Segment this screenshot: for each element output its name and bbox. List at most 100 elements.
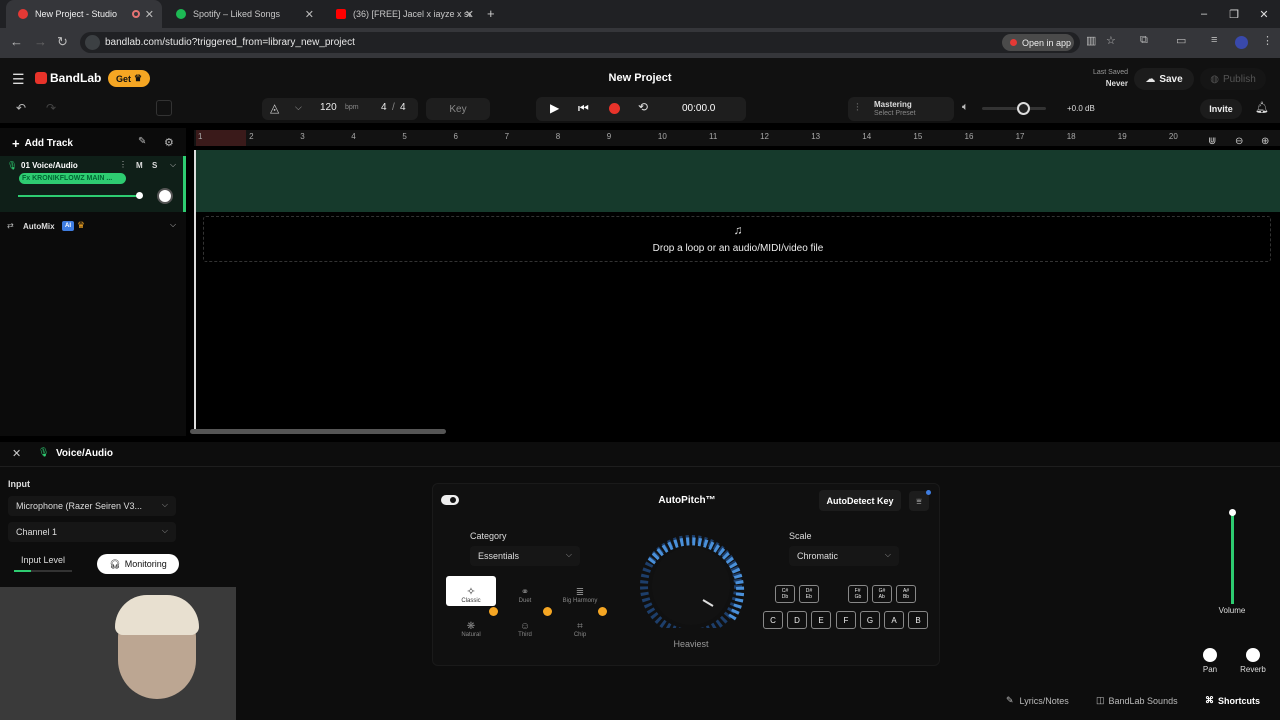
shortcuts-button[interactable]: ⌘ Shortcuts: [1205, 695, 1260, 706]
record-icon[interactable]: [609, 103, 620, 114]
back-icon[interactable]: ←: [10, 34, 23, 49]
notification-bell-icon[interactable]: 🔔︎: [1255, 101, 1269, 114]
url-text[interactable]: bandlab.com/studio?triggered_from=librar…: [105, 37, 355, 48]
mute-button[interactable]: M: [136, 161, 143, 170]
tab-youtube[interactable]: (36) [FREE] Jacel x iayze x samp ✕: [324, 0, 482, 28]
cast-icon[interactable]: ▭: [1176, 34, 1186, 47]
reader-mode-icon[interactable]: ▥: [1086, 34, 1096, 47]
redo-icon[interactable]: ↷: [46, 101, 56, 115]
bandlab-logo-icon[interactable]: [35, 72, 47, 84]
close-tab-icon[interactable]: ✕: [465, 8, 474, 21]
key-d[interactable]: D: [787, 611, 807, 629]
extensions-icon[interactable]: ⧉: [1140, 34, 1148, 47]
invite-button[interactable]: Invite: [1200, 99, 1242, 119]
tab-studio[interactable]: New Project - Studio ✕: [6, 0, 162, 28]
key-a-sharp[interactable]: A# Bb: [896, 585, 916, 603]
add-track-button[interactable]: + Add Track: [12, 136, 73, 151]
track-volume-slider[interactable]: [18, 195, 142, 197]
play-icon[interactable]: ▶: [550, 101, 559, 115]
monitoring-button[interactable]: 🎧︎ Monitoring: [97, 554, 179, 574]
snap-magnet-icon[interactable]: ⋓: [1208, 136, 1216, 147]
key-g-sharp[interactable]: G# Ab: [872, 585, 892, 603]
loop-icon[interactable]: ⟲: [638, 100, 648, 114]
volume-fader-handle[interactable]: [1229, 509, 1236, 516]
scale-select[interactable]: Chromatic ⌵: [789, 546, 899, 566]
media-control-icon[interactable]: ≡: [1211, 34, 1217, 46]
automix-label[interactable]: AutoMix: [23, 222, 55, 231]
time-sig-numerator[interactable]: 4: [381, 102, 387, 113]
drop-zone[interactable]: ♫ Drop a loop or an audio/MIDI/video fil…: [203, 216, 1271, 262]
fx-preset-chip[interactable]: Fx KRONIKFLOWZ MAIN ...: [19, 173, 126, 184]
minimize-icon[interactable]: –: [1188, 0, 1220, 28]
get-membership-button[interactable]: Get ♛: [108, 70, 150, 87]
speaker-icon[interactable]: 🔈︎: [962, 101, 969, 114]
profile-avatar[interactable]: [1235, 36, 1248, 49]
mode-chip[interactable]: ⌗ Chip: [555, 610, 605, 640]
skip-back-icon[interactable]: ⏮: [578, 101, 589, 116]
hamburger-menu-icon[interactable]: ☰: [12, 71, 25, 88]
playhead[interactable]: [194, 150, 196, 434]
forward-icon[interactable]: →: [34, 34, 47, 49]
close-window-icon[interactable]: ✕: [1248, 0, 1280, 28]
bookmark-star-icon[interactable]: ☆: [1106, 34, 1116, 47]
new-tab-icon[interactable]: +: [487, 6, 495, 21]
key-selector[interactable]: Key: [426, 98, 490, 120]
chevron-down-icon[interactable]: ⌵: [295, 102, 302, 113]
mode-natural[interactable]: ❋ Natural: [446, 610, 496, 640]
close-panel-icon[interactable]: ✕: [12, 447, 21, 460]
key-g[interactable]: G: [860, 611, 880, 629]
loop-region[interactable]: [196, 130, 246, 146]
master-volume-slider[interactable]: [982, 107, 1046, 110]
publish-button[interactable]: ◍ Publish: [1200, 68, 1266, 90]
metronome-icon[interactable]: [156, 100, 172, 116]
time-sig-denominator[interactable]: 4: [400, 102, 406, 113]
autodetect-key-button[interactable]: AutoDetect Key: [819, 490, 901, 511]
track-name[interactable]: 01 Voice/Audio: [21, 161, 78, 170]
key-d-sharp[interactable]: D# Eb: [799, 585, 819, 603]
tempo-value[interactable]: 120: [320, 102, 337, 113]
lyrics-notes-button[interactable]: ✎ Lyrics/Notes: [1006, 695, 1069, 706]
chevron-down-icon[interactable]: ⌵: [170, 160, 176, 170]
open-in-app-button[interactable]: Open in app: [1002, 34, 1074, 51]
browser-menu-icon[interactable]: ⋮: [1262, 34, 1273, 47]
bandlab-sounds-button[interactable]: ◫ BandLab Sounds: [1096, 695, 1178, 706]
bandlab-logo-text[interactable]: BandLab: [50, 71, 101, 85]
undo-icon[interactable]: ↶: [16, 101, 26, 115]
track-menu-icon[interactable]: ⋮: [119, 160, 127, 169]
zoom-out-icon[interactable]: ⊖: [1235, 136, 1243, 147]
reload-icon[interactable]: ↻: [57, 34, 68, 50]
key-c-sharp[interactable]: C# Db: [775, 585, 795, 603]
mode-third[interactable]: ☺ Third: [500, 610, 550, 640]
mode-duet[interactable]: ⚭ Duet: [500, 576, 550, 606]
site-info-icon[interactable]: [85, 35, 100, 50]
mastering-button[interactable]: ⫶ Mastering Select Preset: [848, 97, 954, 121]
mode-big-harmony[interactable]: ≣ Big Harmony: [555, 576, 605, 606]
reverb-knob[interactable]: [1246, 648, 1260, 662]
timeline-ruler[interactable]: 1 2 3 4 5 6 7 8 9 10 11 12 13 14 15 16 17 18 19 20: [194, 130, 1280, 146]
key-e[interactable]: E: [811, 611, 831, 629]
category-select[interactable]: Essentials ⌵: [470, 546, 580, 566]
input-device-select[interactable]: Microphone (Razer Seiren V3... ⌵: [8, 496, 176, 516]
key-b[interactable]: B: [908, 611, 928, 629]
channel-select[interactable]: Channel 1 ⌵: [8, 522, 176, 542]
close-tab-icon[interactable]: ✕: [305, 8, 314, 21]
volume-fader[interactable]: [1231, 512, 1234, 604]
master-volume-handle[interactable]: [1017, 102, 1030, 115]
zoom-in-icon[interactable]: ⊕: [1261, 136, 1269, 147]
track-lane[interactable]: [194, 150, 1280, 212]
track-pan-knob[interactable]: [157, 188, 173, 204]
autopitch-strength-knob[interactable]: [631, 534, 751, 628]
save-button[interactable]: ☁ Save: [1134, 68, 1194, 90]
tab-spotify[interactable]: Spotify – Liked Songs ✕: [164, 0, 322, 28]
maximize-icon[interactable]: ❐: [1218, 0, 1250, 28]
metronome-toggle-icon[interactable]: ◬: [270, 101, 279, 115]
close-tab-icon[interactable]: ✕: [145, 8, 154, 21]
key-f-sharp[interactable]: F# Gb: [848, 585, 868, 603]
key-f[interactable]: F: [836, 611, 856, 629]
track-volume-handle[interactable]: [136, 192, 143, 199]
track-settings-icon[interactable]: ⚙: [164, 136, 174, 149]
key-a[interactable]: A: [884, 611, 904, 629]
mode-classic[interactable]: ✧ Classic: [446, 576, 496, 606]
chevron-down-icon[interactable]: ⌵: [170, 220, 176, 230]
url-box[interactable]: bandlab.com/studio?triggered_from=librar…: [80, 32, 1080, 53]
